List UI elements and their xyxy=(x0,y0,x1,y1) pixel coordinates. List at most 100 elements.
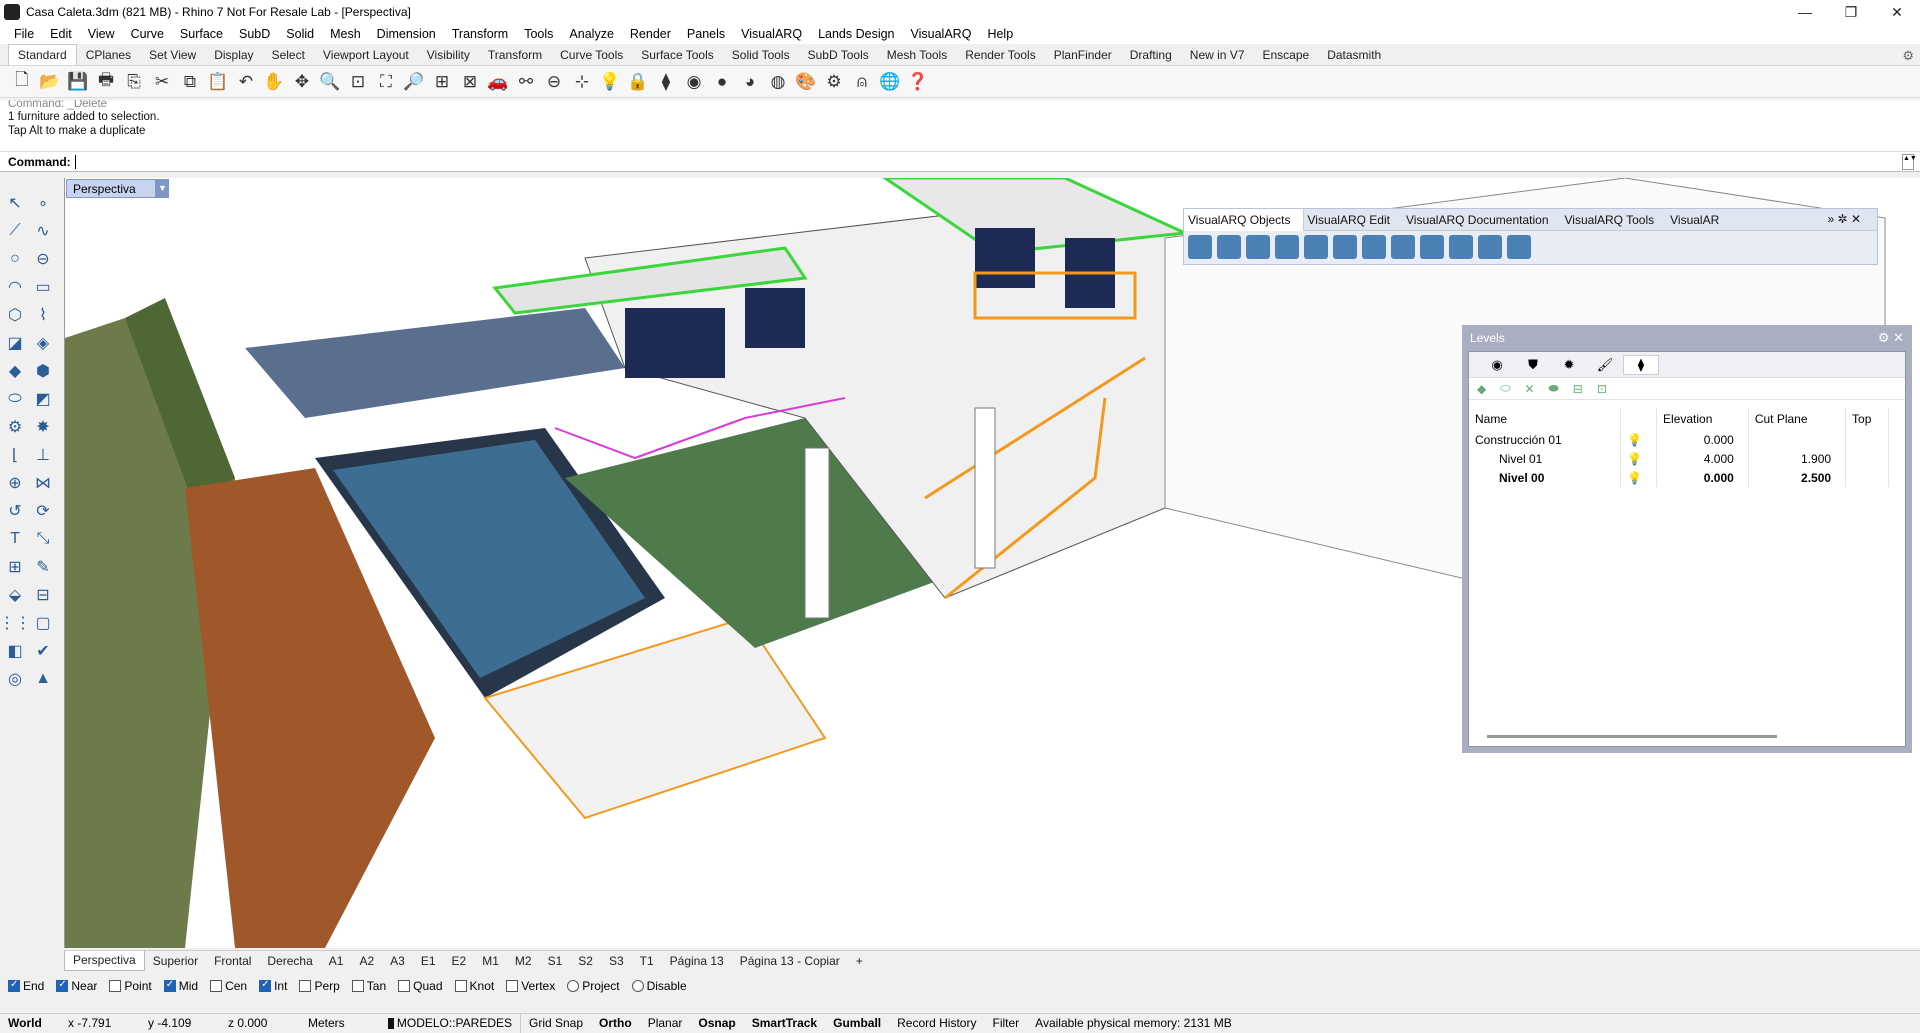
tab-surface-tools[interactable]: Surface Tools xyxy=(632,45,723,65)
view-tab[interactable]: A1 xyxy=(321,954,352,968)
tab-visualarq-tools[interactable]: VisualARQ Tools xyxy=(1561,213,1667,227)
material-icon[interactable]: 🎨 xyxy=(794,70,818,94)
visibility-bulb-icon[interactable]: 💡 xyxy=(1620,449,1658,468)
color-wheel-icon[interactable]: ◉ xyxy=(682,70,706,94)
boolean-icon[interactable]: ⊕ xyxy=(2,470,28,496)
offset-icon[interactable]: ↺ xyxy=(2,498,28,524)
curve-icon[interactable]: ∿ xyxy=(30,218,56,244)
zoom-icon[interactable]: 🔍 xyxy=(318,70,342,94)
view-tab[interactable]: S2 xyxy=(570,954,601,968)
view-tab[interactable]: A2 xyxy=(351,954,382,968)
help-icon[interactable]: ❓ xyxy=(906,70,930,94)
rotate-icon[interactable]: ⟳ xyxy=(30,498,56,524)
view-tab[interactable]: A3 xyxy=(382,954,413,968)
tab-visibility[interactable]: Visibility xyxy=(418,45,479,65)
tab-visualarq-more[interactable]: VisualAR xyxy=(1666,213,1731,227)
fillet-icon[interactable]: ⌊ xyxy=(2,442,28,468)
grid-snap-toggle[interactable]: Grid Snap xyxy=(521,1016,591,1030)
osnap-toggle[interactable]: Osnap xyxy=(690,1016,743,1030)
tab-planfinder[interactable]: PlanFinder xyxy=(1045,45,1121,65)
zoom-selected-icon[interactable]: 🔎 xyxy=(402,70,426,94)
stair-icon[interactable] xyxy=(1362,235,1386,259)
dimension-icon[interactable]: ⤡ xyxy=(30,526,56,552)
menu-visualarq-2[interactable]: VisualARQ xyxy=(903,27,980,41)
view-tab[interactable]: Página 13 xyxy=(662,954,732,968)
osnap-near[interactable]: Near xyxy=(56,979,97,993)
view-tab[interactable]: M1 xyxy=(474,954,507,968)
select-arrow-icon[interactable]: ↖ xyxy=(2,190,28,216)
menu-panels[interactable]: Panels xyxy=(679,27,733,41)
viewport-menu-chevron-icon[interactable]: ▼ xyxy=(156,179,169,198)
box-icon[interactable]: ◆ xyxy=(2,358,28,384)
osnap-cen[interactable]: Cen xyxy=(210,979,247,993)
filter-toggle[interactable]: Filter xyxy=(984,1016,1027,1030)
column-icon[interactable] xyxy=(1275,235,1299,259)
tab-cplanes[interactable]: CPlanes xyxy=(77,45,140,65)
osnap-int[interactable]: Int xyxy=(259,979,287,993)
car-icon[interactable]: 🚗 xyxy=(486,70,510,94)
cplane-icon[interactable]: ⊖ xyxy=(542,70,566,94)
new-file-icon[interactable]: 🗋 xyxy=(10,70,34,94)
snap-grid-icon[interactable]: ⊟ xyxy=(30,582,56,608)
railing-icon[interactable] xyxy=(1391,235,1415,259)
view-tab[interactable]: Superior xyxy=(145,954,206,968)
tab-render-tools[interactable]: Render Tools xyxy=(956,45,1045,65)
check-icon[interactable]: ✔ xyxy=(30,638,56,664)
tab-viewport-layout[interactable]: Viewport Layout xyxy=(314,45,418,65)
osnap-perp[interactable]: Perp xyxy=(299,979,340,993)
door-icon[interactable] xyxy=(1304,235,1328,259)
menu-view[interactable]: View xyxy=(80,27,123,41)
menu-tools[interactable]: Tools xyxy=(516,27,561,41)
import-icon[interactable]: ⎘ xyxy=(122,70,146,94)
frame-icon[interactable]: ▢ xyxy=(30,610,56,636)
render-sphere-icon[interactable]: ◍ xyxy=(766,70,790,94)
zoom-window-icon[interactable]: ⊡ xyxy=(346,70,370,94)
menu-visualarq[interactable]: VisualARQ xyxy=(733,27,810,41)
explode-icon[interactable]: ✸ xyxy=(30,414,56,440)
spheres-icon[interactable]: ⬢ xyxy=(30,358,56,384)
array-icon[interactable]: ⋮⋮ xyxy=(0,610,31,636)
tab-subd-tools[interactable]: SubD Tools xyxy=(799,45,878,65)
layers-icon[interactable]: ⧫ xyxy=(654,70,678,94)
column-header-elevation[interactable]: Elevation xyxy=(1656,408,1749,430)
grasshopper-icon[interactable]: ⍝ xyxy=(850,70,874,94)
osnap-knot[interactable]: Knot xyxy=(454,979,494,993)
column-header-top[interactable]: Top xyxy=(1845,408,1889,430)
view-tab[interactable]: T1 xyxy=(632,954,662,968)
delete-level-icon[interactable]: ✕ xyxy=(1524,382,1534,396)
gear-tool-icon[interactable]: ⚙ xyxy=(2,414,28,440)
osnap-quad[interactable]: Quad xyxy=(398,979,443,993)
minimize-button[interactable]: — xyxy=(1782,4,1828,21)
tab-select[interactable]: Select xyxy=(263,45,314,65)
smarttrack-toggle[interactable]: SmartTrack xyxy=(744,1016,825,1030)
wall-icon[interactable] xyxy=(1188,235,1212,259)
loft-icon[interactable]: ◈ xyxy=(30,330,56,356)
viewport-title[interactable]: Perspectiva ▼ xyxy=(66,179,169,198)
light-icon[interactable]: ▲ xyxy=(30,666,56,692)
tab-enscape[interactable]: Enscape xyxy=(1254,45,1319,65)
free-curve-icon[interactable]: ⌇ xyxy=(30,302,56,328)
cut-icon[interactable]: ✂ xyxy=(150,70,174,94)
text-icon[interactable]: T xyxy=(2,526,28,552)
menu-edit[interactable]: Edit xyxy=(42,27,80,41)
command-line[interactable]: Command: ▲▼ xyxy=(0,152,1920,172)
roof-icon[interactable] xyxy=(1420,235,1444,259)
block-icon[interactable]: ⬙ xyxy=(2,582,28,608)
viewport-layout-icon[interactable]: ⊞ xyxy=(430,70,454,94)
walkabout-icon[interactable]: ⚯ xyxy=(514,70,538,94)
globe-icon[interactable]: 🌐 xyxy=(878,70,902,94)
material-tab-icon[interactable]: ⛊ xyxy=(1515,355,1551,375)
rendered-sphere-icon[interactable]: ◕ xyxy=(738,70,762,94)
menu-lands-design[interactable]: Lands Design xyxy=(810,27,902,41)
cplane-indicator[interactable]: World xyxy=(0,1016,60,1030)
rectangle-icon[interactable]: ▭ xyxy=(30,274,56,300)
menu-render[interactable]: Render xyxy=(622,27,679,41)
group-icon[interactable]: ⊞ xyxy=(2,554,28,580)
menu-subd[interactable]: SubD xyxy=(231,27,278,41)
horizontal-scrollbar[interactable] xyxy=(1487,735,1777,738)
osnap-disable[interactable]: Disable xyxy=(631,979,687,993)
show-objects-icon[interactable]: ⊹ xyxy=(570,70,594,94)
levels-panel-controls-icon[interactable]: ⚙ ✕ xyxy=(1878,330,1904,346)
osnap-vertex[interactable]: Vertex xyxy=(506,979,555,993)
light-bulb-icon[interactable]: 💡 xyxy=(598,70,622,94)
